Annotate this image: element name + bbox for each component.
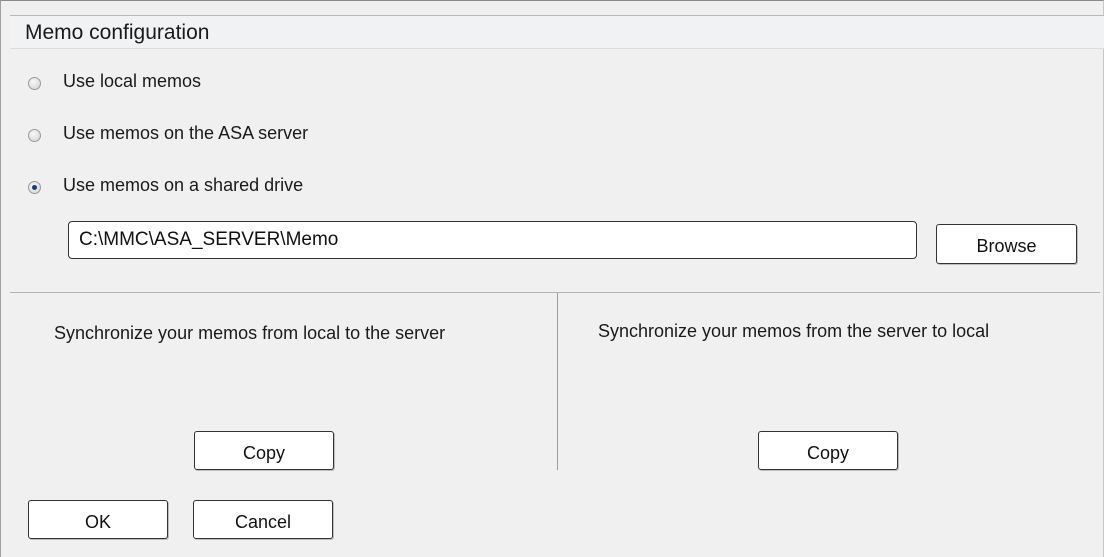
dialog-title: Memo configuration [25,21,210,44]
radio-button-icon[interactable] [28,77,41,90]
ok-button[interactable]: OK [28,500,168,539]
cancel-button[interactable]: Cancel [193,500,333,539]
copy-server-to-local-button[interactable]: Copy [758,431,898,470]
memo-configuration-dialog: Memo configuration Use local memos Use m… [0,0,1104,557]
sync-server-to-local-text: Synchronize your memos from the server t… [598,321,990,341]
radio-label[interactable]: Use local memos [63,71,201,92]
horizontal-divider [10,292,1100,293]
copy-local-to-server-button[interactable]: Copy [194,431,334,470]
shared-drive-path-input[interactable] [68,221,917,259]
radio-label[interactable]: Use memos on the ASA server [63,123,308,144]
dialog-header: Memo configuration [10,15,1104,49]
radio-button-checked-icon[interactable] [28,181,41,194]
vertical-divider [557,293,558,470]
sync-local-to-server-text: Synchronize your memos from local to the… [54,323,446,343]
radio-label[interactable]: Use memos on a shared drive [63,175,303,196]
browse-button[interactable]: Browse [936,224,1077,264]
radio-button-icon[interactable] [28,129,41,142]
